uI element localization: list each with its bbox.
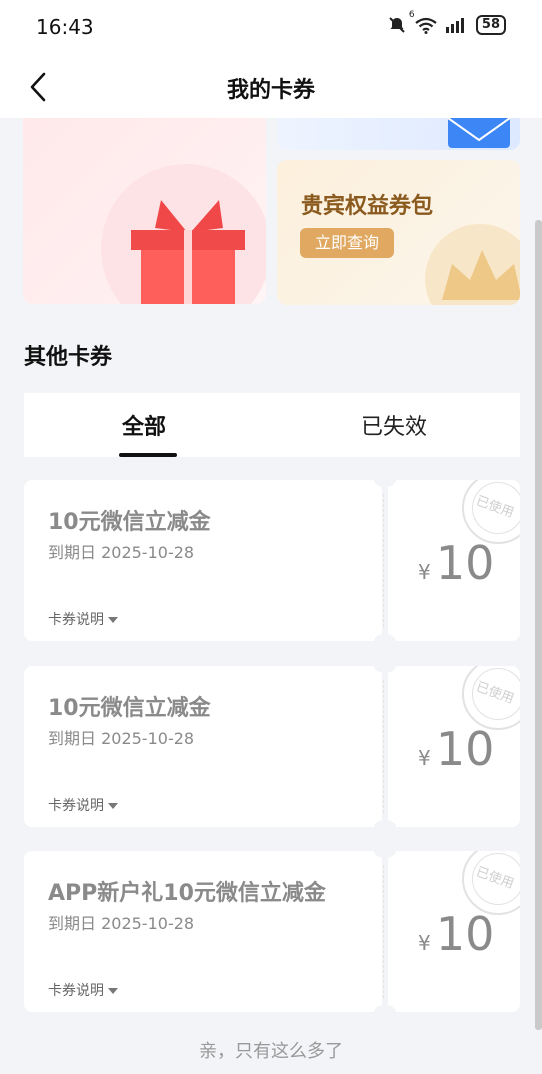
- coupon-explain-label: 卡券说明: [48, 612, 104, 628]
- coupon-explain-toggle[interactable]: 卡券说明: [48, 980, 118, 1000]
- end-of-list-text: 亲，只有这么多了: [199, 1041, 343, 1062]
- coupon-card[interactable]: 10元微信立减金 到期日 2025-10-28 卡券说明 已使用 ¥ 10: [24, 473, 520, 648]
- coupon-amount: ¥ 10: [418, 536, 494, 590]
- coupon-notch: [374, 659, 396, 673]
- vip-coupon-banner[interactable]: 贵宾权益券包 立即查询: [277, 160, 520, 305]
- status-bar: 16:43 6 58: [0, 0, 542, 56]
- status-icons: 6 58: [388, 10, 506, 35]
- gift-banner[interactable]: [23, 118, 266, 304]
- envelope-banner[interactable]: [277, 118, 520, 150]
- coupon-info: APP新户礼10元微信立减金 到期日 2025-10-28 卡券说明: [24, 851, 382, 1012]
- coupon-expire-date: 到期日 2025-10-28: [48, 543, 195, 562]
- tab-bar: 全部 已失效: [24, 393, 520, 457]
- coupon-amount: ¥ 10: [418, 907, 494, 961]
- coupon-divider: [383, 494, 384, 627]
- vip-banner-title: 贵宾权益券包: [301, 194, 434, 219]
- coupon-card[interactable]: APP新户礼10元微信立减金 到期日 2025-10-28 卡券说明 已使用 ¥…: [24, 844, 520, 1019]
- coupon-info: 10元微信立减金 到期日 2025-10-28 卡券说明: [24, 666, 382, 827]
- coupon-name: 10元微信立减金: [48, 510, 211, 535]
- envelope-icon: [447, 118, 511, 148]
- wifi-icon: 6: [409, 10, 438, 34]
- coupon-amount-value: 10: [435, 722, 495, 776]
- coupon-notch: [374, 820, 396, 834]
- coupon-card[interactable]: 10元微信立减金 到期日 2025-10-28 卡券说明 已使用 ¥ 10: [24, 659, 520, 834]
- battery-icon: 58: [475, 15, 506, 35]
- caret-down-icon: [108, 988, 118, 994]
- coupon-divider: [383, 865, 384, 998]
- coupon-amount: ¥ 10: [418, 722, 494, 776]
- coupon-explain-toggle[interactable]: 卡券说明: [48, 609, 118, 629]
- coupon-explain-label: 卡券说明: [48, 798, 104, 814]
- coupon-explain-toggle[interactable]: 卡券说明: [48, 795, 118, 815]
- scrollbar[interactable]: [535, 220, 542, 1030]
- coupon-explain-label: 卡券说明: [48, 983, 104, 999]
- used-stamp: 已使用: [462, 851, 520, 915]
- coupon-info: 10元微信立减金 到期日 2025-10-28 卡券说明: [24, 480, 382, 641]
- coupon-expire-date: 到期日 2025-10-28: [48, 914, 195, 933]
- coupon-value: 已使用 ¥ 10: [388, 480, 520, 641]
- coupon-amount-value: 10: [435, 536, 495, 590]
- coupon-name: 10元微信立减金: [48, 696, 211, 721]
- nav-bar: 我的卡券: [0, 56, 542, 118]
- used-stamp: 已使用: [462, 480, 520, 544]
- coupon-expire-date: 到期日 2025-10-28: [48, 729, 195, 748]
- coupon-notch: [374, 1005, 396, 1019]
- wifi-badge: 6: [408, 10, 415, 20]
- tab-indicator: [119, 453, 177, 457]
- coupon-divider: [383, 680, 384, 813]
- caret-down-icon: [108, 803, 118, 809]
- coupon-name: APP新户礼10元微信立减金: [48, 881, 326, 906]
- coupon-value: 已使用 ¥ 10: [388, 851, 520, 1012]
- signal-icon: [445, 18, 464, 33]
- tab-all[interactable]: 全部: [122, 409, 166, 441]
- page-title: 我的卡券: [226, 78, 315, 103]
- gift-box-icon: [131, 200, 245, 304]
- caret-down-icon: [108, 617, 118, 623]
- currency-symbol: ¥: [418, 931, 431, 955]
- coupon-notch: [374, 473, 396, 487]
- coupon-notch: [374, 634, 396, 648]
- section-title: 其他卡券: [24, 345, 113, 370]
- status-time: 16:43: [36, 15, 94, 39]
- vip-query-button[interactable]: 立即查询: [300, 228, 394, 258]
- coupon-value: 已使用 ¥ 10: [388, 666, 520, 827]
- crown-icon: [442, 250, 520, 300]
- mute-bell-icon: [389, 17, 405, 33]
- coupon-amount-value: 10: [435, 907, 495, 961]
- currency-symbol: ¥: [418, 560, 431, 584]
- coupon-notch: [374, 844, 396, 858]
- used-stamp: 已使用: [462, 666, 520, 730]
- currency-symbol: ¥: [418, 746, 431, 770]
- tab-expired[interactable]: 已失效: [361, 409, 427, 441]
